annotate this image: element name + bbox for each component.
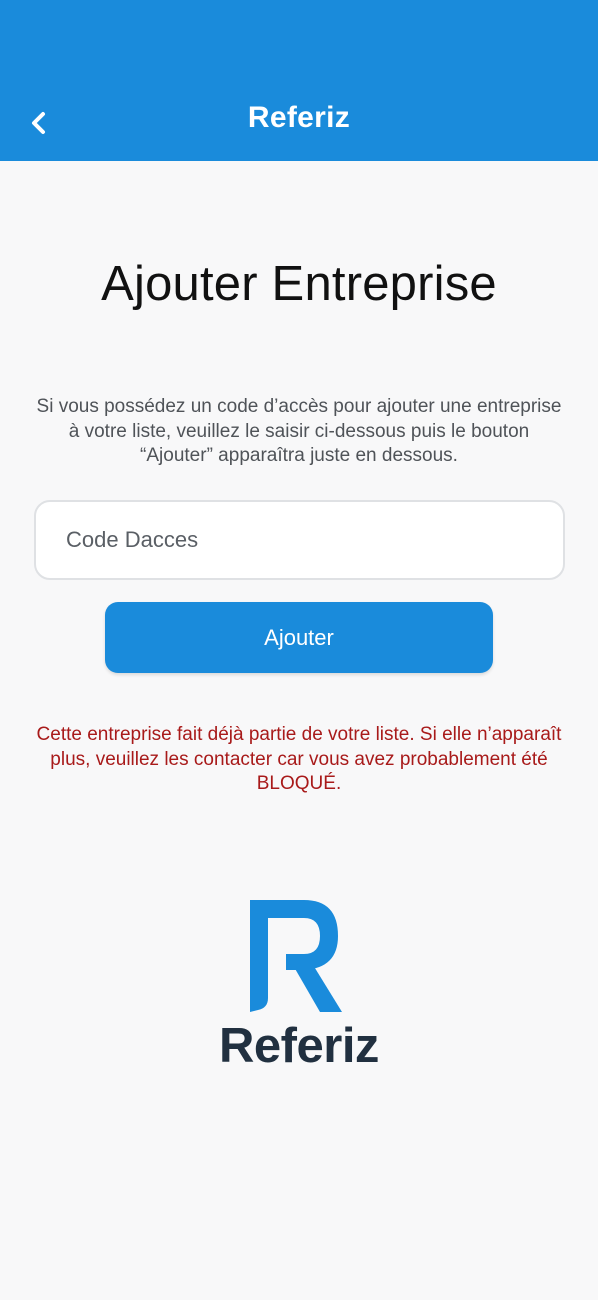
ajouter-button[interactable]: Ajouter [105,602,493,673]
error-message: Cette entreprise fait déjà partie de vot… [36,724,562,794]
referiz-r-logo-icon [250,900,342,1012]
header-title: Referiz [247,101,351,134]
app-header: Referiz [0,0,598,161]
instructions-text: Si vous possédez un code d’accès pour aj… [36,396,562,466]
logo-wordmark: Referiz [219,1019,379,1073]
access-code-input[interactable] [34,500,565,580]
referiz-logo: Referiz [218,898,380,1073]
page-title: Ajouter Entreprise [101,257,497,311]
